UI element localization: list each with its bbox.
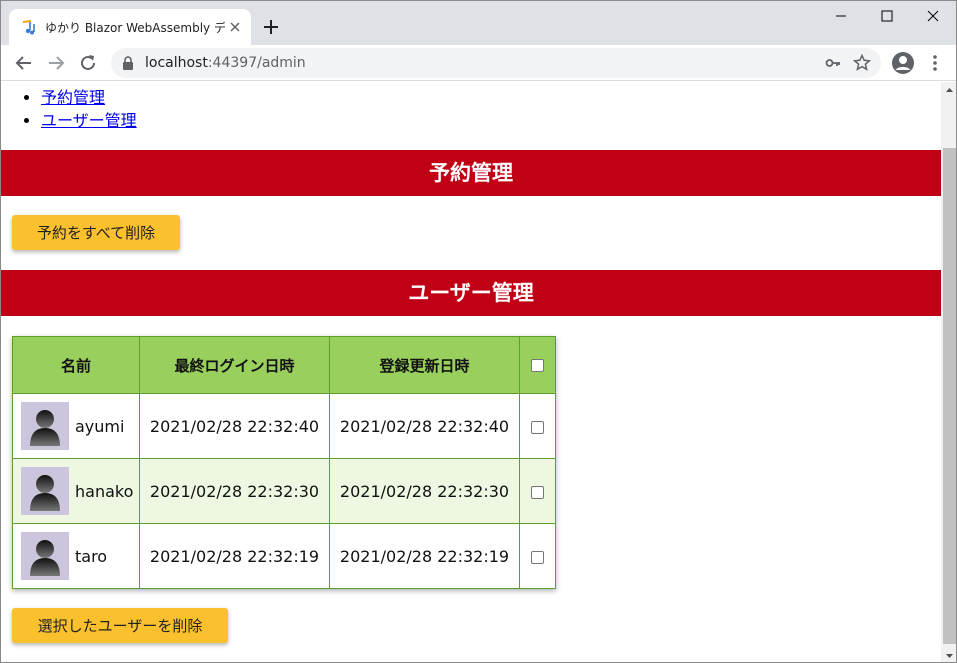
url-text: localhost:44397/admin	[145, 55, 306, 71]
select-all-checkbox[interactable]	[531, 359, 544, 372]
user-name: hanako	[75, 481, 134, 501]
profile-icon[interactable]	[891, 51, 915, 75]
forward-arrow-icon[interactable]	[43, 50, 69, 76]
table-row: ayumi 2021/02/28 22:32:40 2021/02/28 22:…	[12, 393, 556, 459]
nav-item-reservations: 予約管理	[41, 86, 137, 109]
column-header-updated: 登録更新日時	[329, 336, 520, 394]
browser-tab[interactable]: ゆかり Blazor WebAssembly デモ	[9, 9, 251, 45]
column-header-last-login: 最終ログイン日時	[139, 336, 330, 394]
close-icon[interactable]	[227, 19, 243, 35]
table-row: hanako 2021/02/28 22:32:30 2021/02/28 22…	[12, 458, 556, 524]
close-icon[interactable]	[910, 1, 956, 31]
cell-updated: 2021/02/28 22:32:30	[329, 458, 520, 524]
star-icon[interactable]	[853, 54, 871, 72]
reload-icon[interactable]	[75, 50, 101, 76]
row-checkbox[interactable]	[531, 485, 544, 499]
maximize-icon[interactable]	[864, 1, 910, 31]
cell-last-login: 2021/02/28 22:32:30	[139, 458, 330, 524]
page-viewport: 予約管理 ユーザー管理 予約管理 予約をすべて削除 ユーザー管理 名前 最終ログ…	[1, 82, 941, 662]
url-host: localhost	[145, 55, 208, 71]
reservations-header: 予約管理	[1, 150, 941, 196]
user-name: ayumi	[75, 416, 125, 436]
row-checkbox[interactable]	[531, 420, 544, 434]
cell-last-login: 2021/02/28 22:32:40	[139, 393, 330, 459]
scrollbar-thumb[interactable]	[943, 148, 956, 644]
cell-name: hanako	[12, 458, 140, 524]
cell-name: ayumi	[12, 393, 140, 459]
avatar-silhouette-icon	[21, 402, 69, 450]
music-note-icon	[23, 20, 35, 35]
nav-link-users[interactable]: ユーザー管理	[41, 111, 137, 130]
browser-window: ゆかり Blazor WebAssembly デモ localhost:4439…	[0, 0, 957, 663]
scrollbar[interactable]	[941, 82, 957, 663]
browser-toolbar: localhost:44397/admin	[1, 45, 956, 81]
plus-icon[interactable]	[259, 15, 283, 39]
cell-updated: 2021/02/28 22:32:40	[329, 393, 520, 459]
table-header-row: 名前 最終ログイン日時 登録更新日時	[12, 336, 556, 394]
user-name: taro	[75, 546, 108, 566]
delete-all-reservations-button[interactable]: 予約をすべて削除	[12, 215, 180, 250]
avatar-silhouette-icon	[21, 532, 69, 580]
nav-link-reservations[interactable]: 予約管理	[41, 88, 105, 107]
lock-icon[interactable]	[121, 55, 135, 71]
menu-dots-icon[interactable]	[927, 51, 943, 75]
cell-select	[519, 458, 556, 524]
tab-title: ゆかり Blazor WebAssembly デモ	[45, 21, 225, 35]
cell-updated: 2021/02/28 22:32:19	[329, 523, 520, 589]
scroll-up-arrow-icon[interactable]	[941, 82, 957, 99]
cell-select	[519, 393, 556, 459]
row-checkbox[interactable]	[531, 550, 544, 564]
url-path: :44397/admin	[207, 55, 306, 71]
admin-nav: 予約管理 ユーザー管理	[1, 86, 137, 132]
users-table: 名前 最終ログイン日時 登録更新日時 ayumi 2021/02/28 22:3…	[12, 336, 556, 589]
cell-last-login: 2021/02/28 22:32:19	[139, 523, 330, 589]
column-header-select	[519, 336, 556, 394]
cell-select	[519, 523, 556, 589]
key-icon[interactable]	[825, 55, 841, 71]
column-header-name: 名前	[12, 336, 140, 394]
avatar-silhouette-icon	[21, 467, 69, 515]
scroll-down-arrow-icon[interactable]	[941, 647, 957, 663]
delete-selected-users-button[interactable]: 選択したユーザーを削除	[12, 608, 228, 643]
back-arrow-icon[interactable]	[11, 50, 37, 76]
cell-name: taro	[12, 523, 140, 589]
users-header: ユーザー管理	[1, 270, 941, 316]
tab-strip: ゆかり Blazor WebAssembly デモ	[1, 1, 956, 45]
table-row: taro 2021/02/28 22:32:19 2021/02/28 22:3…	[12, 523, 556, 589]
address-bar[interactable]: localhost:44397/admin	[111, 48, 881, 78]
minimize-icon[interactable]	[818, 1, 864, 31]
nav-item-users: ユーザー管理	[41, 109, 137, 132]
